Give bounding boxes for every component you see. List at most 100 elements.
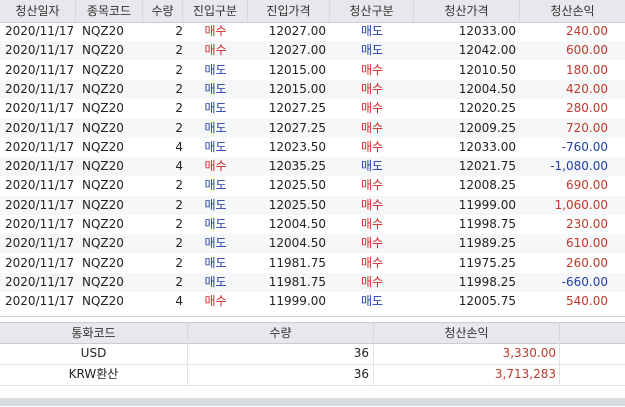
pnl-cell: -760.00 xyxy=(561,139,608,154)
col-header-exit-side[interactable]: 청산구분 xyxy=(330,0,414,22)
entry-price-cell: 12027.25 xyxy=(268,101,326,116)
pnl-cell: 180.00 xyxy=(566,62,608,77)
summary-row-krw[interactable]: KRW환산 36 3,713,283 xyxy=(0,364,625,386)
table-row[interactable]: 2020/11/17 NQZ20 2 매도 12027.25 매수 12009.25 720.… xyxy=(0,118,625,138)
symbol-cell: NQZ20 xyxy=(82,81,124,96)
table-row[interactable]: 2020/11/17 NQZ20 2 매도 12004.50 매수 11989.25 610.… xyxy=(0,234,625,254)
exit-price-cell: 12033.00 xyxy=(458,24,516,38)
exit-price-cell: 11999.00 xyxy=(458,197,516,212)
pnl-cell: 610.00 xyxy=(566,236,608,251)
table-row[interactable]: 2020/11/17 NQZ20 2 매도 11981.75 매수 11975.25 260.… xyxy=(0,254,625,273)
entry-price-cell: 12027.00 xyxy=(268,24,326,38)
symbol-cell: NQZ20 xyxy=(82,139,124,154)
entry-side-cell: 매도 xyxy=(204,62,227,77)
exit-side-cell: 매수 xyxy=(360,217,384,231)
exit-price-cell: 11998.25 xyxy=(458,274,516,289)
pnl-cell: 260.00 xyxy=(566,255,608,270)
entry-side-cell: 매도 xyxy=(204,101,227,116)
summary-col-pnl[interactable]: 청산손익 xyxy=(374,323,560,343)
table-row[interactable]: 2020/11/17 NQZ20 2 매도 12027.25 매수 12020.25 280.… xyxy=(0,99,625,118)
entry-side-cell: 매수 xyxy=(204,159,227,174)
pnl-cell: 720.00 xyxy=(566,120,608,135)
entry-price-cell: 11999.00 xyxy=(268,294,326,309)
entry-price-cell: 12027.00 xyxy=(268,43,326,58)
entry-price-cell: 12015.00 xyxy=(268,81,326,96)
symbol-cell: NQZ20 xyxy=(82,62,124,77)
summary-currency: KRW환산 xyxy=(0,364,188,385)
summary-pnl: 3,330.00 xyxy=(374,343,560,364)
exit-side-cell: 매수 xyxy=(360,197,384,212)
col-header-entry-side[interactable]: 진입구분 xyxy=(183,0,248,22)
col-header-close-date[interactable]: 청산일자 xyxy=(0,0,76,22)
symbol-cell: NQZ20 xyxy=(82,255,124,270)
qty-cell: 2 xyxy=(175,197,183,212)
exit-price-cell: 11975.25 xyxy=(458,255,516,270)
table-row[interactable]: 2020/11/17 NQZ20 2 매수 12027.00 매도 12042.00 600.… xyxy=(0,41,625,61)
summary-col-qty[interactable]: 수량 xyxy=(188,323,374,343)
close-date-cell: 2020/11/17 xyxy=(5,139,75,154)
table-row[interactable]: 2020/11/17 NQZ20 4 매도 12023.50 매수 12033.00 -760… xyxy=(0,138,625,157)
exit-price-cell: 12020.25 xyxy=(458,101,516,116)
qty-cell: 2 xyxy=(175,81,183,96)
exit-price-cell: 12042.00 xyxy=(458,43,516,58)
entry-side-cell: 매도 xyxy=(204,81,227,96)
pnl-cell: 420.00 xyxy=(566,81,608,96)
qty-cell: 2 xyxy=(175,62,183,77)
qty-cell: 2 xyxy=(175,24,183,38)
col-header-qty[interactable]: 수량 xyxy=(143,0,183,22)
entry-price-cell: 12025.50 xyxy=(268,197,326,212)
col-header-entry-price[interactable]: 진입가격 xyxy=(248,0,330,22)
summary-row-usd[interactable]: USD 36 3,330.00 xyxy=(0,343,625,365)
summary-qty: 36 xyxy=(188,364,374,385)
col-header-pnl[interactable]: 청산손익 xyxy=(520,0,625,22)
close-date-cell: 2020/11/17 xyxy=(5,197,75,212)
table-row[interactable]: 2020/11/17 NQZ20 2 매도 12025.50 매수 12008.25 690.… xyxy=(0,176,625,195)
summary-empty xyxy=(560,343,625,364)
exit-side-cell: 매수 xyxy=(360,101,384,116)
col-header-exit-price[interactable]: 청산가격 xyxy=(414,0,520,22)
symbol-cell: NQZ20 xyxy=(82,217,124,231)
summary-col-currency[interactable]: 통화코드 xyxy=(0,323,188,343)
table-row[interactable]: 2020/11/17 NQZ20 2 매도 12025.50 매수 11999.00 1,06… xyxy=(0,195,625,215)
entry-side-cell: 매수 xyxy=(204,24,227,38)
entry-price-cell: 12004.50 xyxy=(268,217,326,231)
entry-side-cell: 매도 xyxy=(204,139,227,154)
entry-side-cell: 매도 xyxy=(204,274,227,289)
exit-side-cell: 매수 xyxy=(360,139,384,154)
qty-cell: 4 xyxy=(175,139,183,154)
table-row[interactable]: 2020/11/17 NQZ20 2 매도 12015.00 매수 12004.50 420.… xyxy=(0,79,625,99)
exit-side-cell: 매수 xyxy=(360,120,384,135)
exit-price-cell: 12033.00 xyxy=(458,139,516,154)
entry-side-cell: 매도 xyxy=(204,178,227,193)
entry-price-cell: 12025.50 xyxy=(268,178,326,193)
entry-side-cell: 매도 xyxy=(204,120,227,135)
summary-pnl: 3,713,283 xyxy=(374,364,560,385)
grid-header: 청산일자 종목코드 수량 진입구분 진입가격 청산구분 청산가격 청산손익 xyxy=(0,0,625,23)
qty-cell: 2 xyxy=(175,120,183,135)
summary-empty xyxy=(560,364,625,385)
entry-side-cell: 매도 xyxy=(204,236,227,251)
table-row[interactable]: 2020/11/17 NQZ20 2 매도 12015.00 매수 12010.50 180.… xyxy=(0,61,625,80)
close-date-cell: 2020/11/17 xyxy=(5,43,75,58)
col-header-symbol[interactable]: 종목코드 xyxy=(76,0,143,22)
trade-history-grid: 청산일자 종목코드 수량 진입구분 진입가격 청산구분 청산가격 청산손익 20… xyxy=(0,0,625,317)
table-row[interactable]: 2020/11/17 NQZ20 2 매도 12004.50 매수 11998.75 230.… xyxy=(0,215,625,234)
table-row[interactable]: 2020/11/17 NQZ20 4 매수 11999.00 매도 12005.75 540.… xyxy=(0,292,625,311)
entry-side-cell: 매수 xyxy=(204,43,227,58)
close-date-cell: 2020/11/17 xyxy=(5,81,75,96)
table-row[interactable]: 2020/11/17 NQZ20 4 매수 12035.25 매도 12021.75 -1,0… xyxy=(0,157,625,177)
exit-price-cell: 12010.50 xyxy=(458,62,516,77)
symbol-cell: NQZ20 xyxy=(82,236,124,251)
entry-side-cell: 매수 xyxy=(204,294,227,309)
exit-side-cell: 매도 xyxy=(360,24,384,38)
close-date-cell: 2020/11/17 xyxy=(5,159,75,174)
exit-price-cell: 12008.25 xyxy=(458,178,516,193)
exit-side-cell: 매도 xyxy=(360,43,384,58)
close-date-cell: 2020/11/17 xyxy=(5,274,75,289)
table-row[interactable]: 2020/11/17 NQZ20 2 매수 12027.00 매도 12033.00 240.… xyxy=(0,22,625,41)
table-row[interactable]: 2020/11/17 NQZ20 2 매도 11981.75 매수 11998.25 -660… xyxy=(0,272,625,292)
entry-side-cell: 매도 xyxy=(204,197,227,212)
symbol-cell: NQZ20 xyxy=(82,294,124,309)
close-date-cell: 2020/11/17 xyxy=(5,101,75,116)
qty-cell: 2 xyxy=(175,101,183,116)
